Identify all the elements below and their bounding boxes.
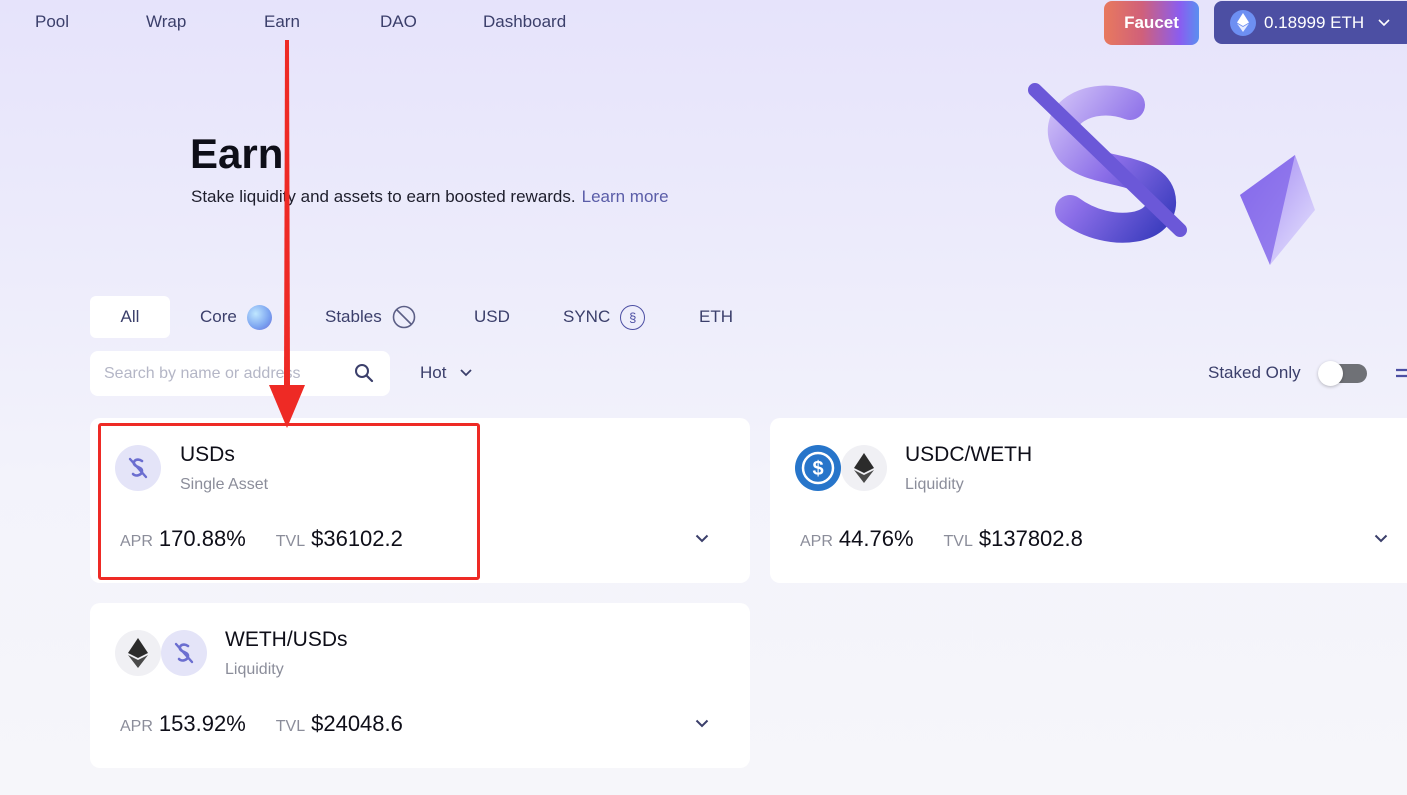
chevron-down-icon (460, 369, 473, 377)
expand-chevron-icon[interactable] (1374, 530, 1388, 548)
apr-value: 44.76% (838, 526, 914, 551)
svg-text:$: $ (812, 458, 823, 480)
pool-stats: APR 44.76% TVL $137802.8 (800, 526, 1113, 552)
eth-token-icon (115, 630, 161, 676)
search-box[interactable] (90, 351, 390, 396)
nav-wrap[interactable]: Wrap (146, 12, 186, 32)
apr-label: APR (120, 718, 153, 735)
tab-usd[interactable]: USD (474, 296, 510, 338)
tvl-label: TVL (943, 533, 973, 550)
tab-usd-label: USD (474, 307, 510, 326)
nav-pool[interactable]: Pool (35, 12, 69, 32)
hero-illustration (1028, 83, 1315, 265)
tvl-value: $137802.8 (978, 526, 1083, 551)
expand-chevron-icon[interactable] (695, 715, 709, 733)
tab-sync[interactable]: SYNC § (563, 296, 646, 338)
tab-stables[interactable]: Stables (325, 296, 416, 338)
chevron-down-icon (1378, 18, 1390, 27)
eth-token-icon (841, 445, 887, 491)
tab-eth-label: ETH (699, 307, 733, 326)
annotation-arrow (269, 40, 305, 428)
pool-card-weth-usds[interactable]: WETH/USDs Liquidity APR 153.92% TVL $240… (90, 603, 750, 768)
top-nav: Pool Wrap Earn DAO Dashboard Faucet 0.18… (0, 0, 1407, 46)
faucet-button[interactable]: Faucet (1104, 1, 1199, 45)
eth-icon (1230, 9, 1256, 36)
nav-dashboard[interactable]: Dashboard (483, 12, 566, 32)
tvl-label: TVL (275, 718, 306, 735)
search-icon[interactable] (354, 363, 374, 388)
sort-dropdown[interactable]: Hot (420, 363, 473, 383)
wallet-button[interactable]: 0.18999 ETH (1214, 1, 1407, 44)
staked-only-label: Staked Only (1208, 363, 1301, 382)
stables-slash-icon (392, 305, 416, 329)
list-view-icon[interactable] (1394, 366, 1407, 385)
staked-only-toggle[interactable] (1318, 361, 1367, 386)
subtitle-text: Stake liquidity and assets to earn boost… (191, 187, 576, 206)
tab-sync-label: SYNC (563, 307, 611, 326)
tab-stables-label: Stables (325, 307, 382, 326)
learn-more-link[interactable]: Learn more (582, 187, 669, 206)
highlight-box (98, 423, 480, 580)
pool-name: WETH/USDs (225, 628, 348, 651)
pool-name: USDC/WETH (905, 443, 1033, 466)
pool-type: Liquidity (905, 476, 964, 493)
tab-core-label: Core (200, 307, 237, 326)
tvl-value: $24048.6 (311, 711, 403, 736)
wallet-balance: 0.18999 ETH (1264, 12, 1365, 32)
usds-token-icon (161, 630, 207, 676)
token-icons: $ (795, 445, 887, 491)
tab-all-label: All (120, 307, 140, 326)
toggle-knob (1318, 361, 1343, 386)
expand-chevron-icon[interactable] (695, 530, 709, 548)
pool-card-usdc-weth[interactable]: $ USDC/WETH Liquidity APR 44.76% TVL $13… (770, 418, 1407, 583)
nav-earn[interactable]: Earn (264, 12, 300, 32)
pool-stats: APR 153.92% TVL $24048.6 (120, 711, 433, 737)
usdc-token-icon: $ (795, 445, 841, 491)
sort-selected: Hot (420, 363, 447, 382)
token-icons (115, 630, 207, 676)
apr-label: APR (800, 533, 833, 550)
tab-eth[interactable]: ETH (699, 296, 733, 338)
sync-icon: § (620, 304, 646, 330)
pool-type: Liquidity (225, 661, 284, 678)
tab-all[interactable]: All (90, 296, 170, 338)
apr-value: 153.92% (158, 711, 246, 736)
nav-dao[interactable]: DAO (380, 12, 417, 32)
